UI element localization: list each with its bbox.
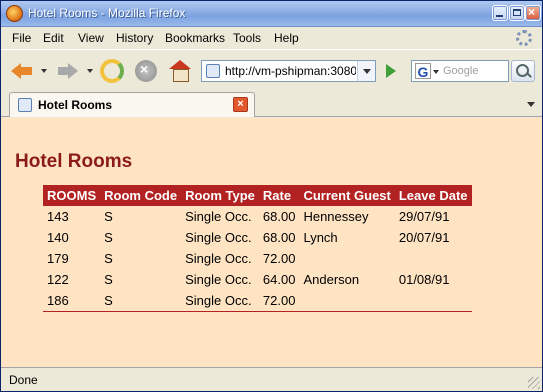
tab-title: Hotel Rooms [38, 98, 113, 112]
menu-file[interactable]: File [12, 31, 31, 45]
table-cell: Single Occ. [185, 230, 252, 245]
column-header: ROOMS [43, 185, 101, 206]
tab-strip: Hotel Rooms × [1, 89, 542, 117]
table-cell: 122 [47, 272, 69, 287]
table-cell: Hennessey [303, 209, 369, 224]
page-content: Hotel Rooms ROOMS Room Code Room Type Ra… [1, 118, 542, 367]
search-engine-dropdown-icon[interactable] [433, 70, 439, 74]
column-header: Rate [258, 185, 300, 206]
back-button[interactable] [11, 60, 35, 82]
maximize-button[interactable] [509, 5, 525, 21]
home-button[interactable] [169, 60, 191, 82]
table-cell: 29/07/91 [398, 209, 450, 224]
tab-close-button[interactable]: × [233, 97, 248, 112]
table-cell: S [104, 209, 113, 224]
menu-view[interactable]: View [78, 31, 104, 45]
browser-window: Hotel Rooms - Mozilla Firefox × File Edi… [0, 0, 543, 392]
table-cell: Lynch [303, 230, 338, 245]
search-engine-icon[interactable]: G [415, 63, 431, 80]
status-bar: Done [1, 367, 542, 391]
tab-hotel-rooms[interactable]: Hotel Rooms × [9, 92, 255, 117]
navigation-toolbar: × http://vm-pshipman:3080/d G [1, 49, 542, 89]
column-header: Leave Date [394, 185, 472, 206]
close-window-button[interactable]: × [525, 5, 541, 21]
title-bar[interactable]: Hotel Rooms - Mozilla Firefox × [1, 1, 542, 27]
table-cell: S [104, 251, 113, 266]
firefox-icon [6, 5, 23, 22]
maximize-icon [513, 9, 521, 16]
close-icon: × [528, 5, 536, 19]
table-header-row: ROOMS Room Code Room Type Rate Current G… [43, 185, 472, 206]
stop-button[interactable]: × [135, 60, 157, 82]
table-cell: 01/08/91 [398, 272, 450, 287]
table-cell: 179 [47, 251, 69, 266]
window-title: Hotel Rooms - Mozilla Firefox [28, 6, 186, 20]
search-bar[interactable]: G [411, 60, 509, 82]
url-input[interactable]: http://vm-pshipman:3080/d [225, 64, 356, 78]
table-cell [299, 290, 395, 312]
go-button[interactable] [381, 61, 401, 81]
resize-grip-icon[interactable] [528, 377, 540, 389]
table-cell: Anderson [303, 272, 360, 287]
back-history-dropdown-icon[interactable] [41, 69, 47, 73]
minimize-icon [496, 15, 503, 17]
menu-edit[interactable]: Edit [43, 31, 64, 45]
forward-button[interactable] [58, 60, 82, 82]
minimize-button[interactable] [492, 5, 508, 21]
table-row: 143 S Single Occ. 68.00 Hennessey 29/07/… [43, 206, 472, 227]
table-cell [395, 248, 472, 269]
table-cell: Single Occ. [185, 272, 252, 287]
table-cell: S [104, 272, 113, 287]
table-cell: 140 [47, 230, 69, 245]
throbber-icon [516, 30, 532, 46]
column-header: Room Code [100, 185, 182, 206]
url-bar[interactable]: http://vm-pshipman:3080/d [201, 60, 376, 82]
page-heading: Hotel Rooms [15, 151, 133, 172]
table-cell: 20/07/91 [398, 230, 450, 245]
page-favicon-icon [206, 64, 220, 78]
table-row: 179 S Single Occ. 72.00 [43, 248, 472, 269]
search-input[interactable] [443, 63, 505, 79]
menu-history[interactable]: History [116, 31, 153, 45]
table-cell: 64.00 [262, 272, 296, 287]
tab-list-dropdown[interactable] [520, 92, 542, 116]
table-cell: 68.00 [262, 230, 296, 245]
table-cell: S [104, 230, 113, 245]
tab-favicon-icon [18, 98, 32, 112]
table-cell: Single Occ. [185, 209, 252, 224]
menu-tools[interactable]: Tools [233, 31, 261, 45]
table-row: 122 S Single Occ. 64.00 Anderson 01/08/9… [43, 269, 472, 290]
reload-button[interactable] [100, 59, 124, 83]
menu-bar: File Edit View History Bookmarks Tools H… [1, 27, 542, 49]
search-button[interactable] [511, 60, 535, 82]
status-text: Done [9, 373, 38, 387]
table-cell: S [100, 290, 182, 312]
table-cell [394, 290, 472, 312]
table-row: 140 S Single Occ. 68.00 Lynch 20/07/91 [43, 227, 472, 248]
menu-help[interactable]: Help [274, 31, 299, 45]
table-cell: 186 [43, 290, 101, 312]
table-cell: 72.00 [262, 251, 296, 266]
column-header: Current Guest [299, 185, 395, 206]
table-cell [299, 248, 394, 269]
table-cell: Single Occ. [185, 251, 252, 266]
table-cell: 143 [47, 209, 69, 224]
stop-icon: × [140, 61, 149, 77]
menu-bookmarks[interactable]: Bookmarks [165, 31, 225, 45]
table-cell: Single Occ. [181, 290, 259, 312]
forward-history-dropdown-icon[interactable] [87, 69, 93, 73]
url-history-dropdown[interactable] [357, 61, 375, 81]
table-cell: 68.00 [262, 209, 296, 224]
table-row: 186 S Single Occ. 72.00 [43, 290, 472, 312]
column-header: Room Type [181, 185, 259, 206]
rooms-table: ROOMS Room Code Room Type Rate Current G… [43, 185, 472, 312]
table-cell: 72.00 [258, 290, 300, 312]
